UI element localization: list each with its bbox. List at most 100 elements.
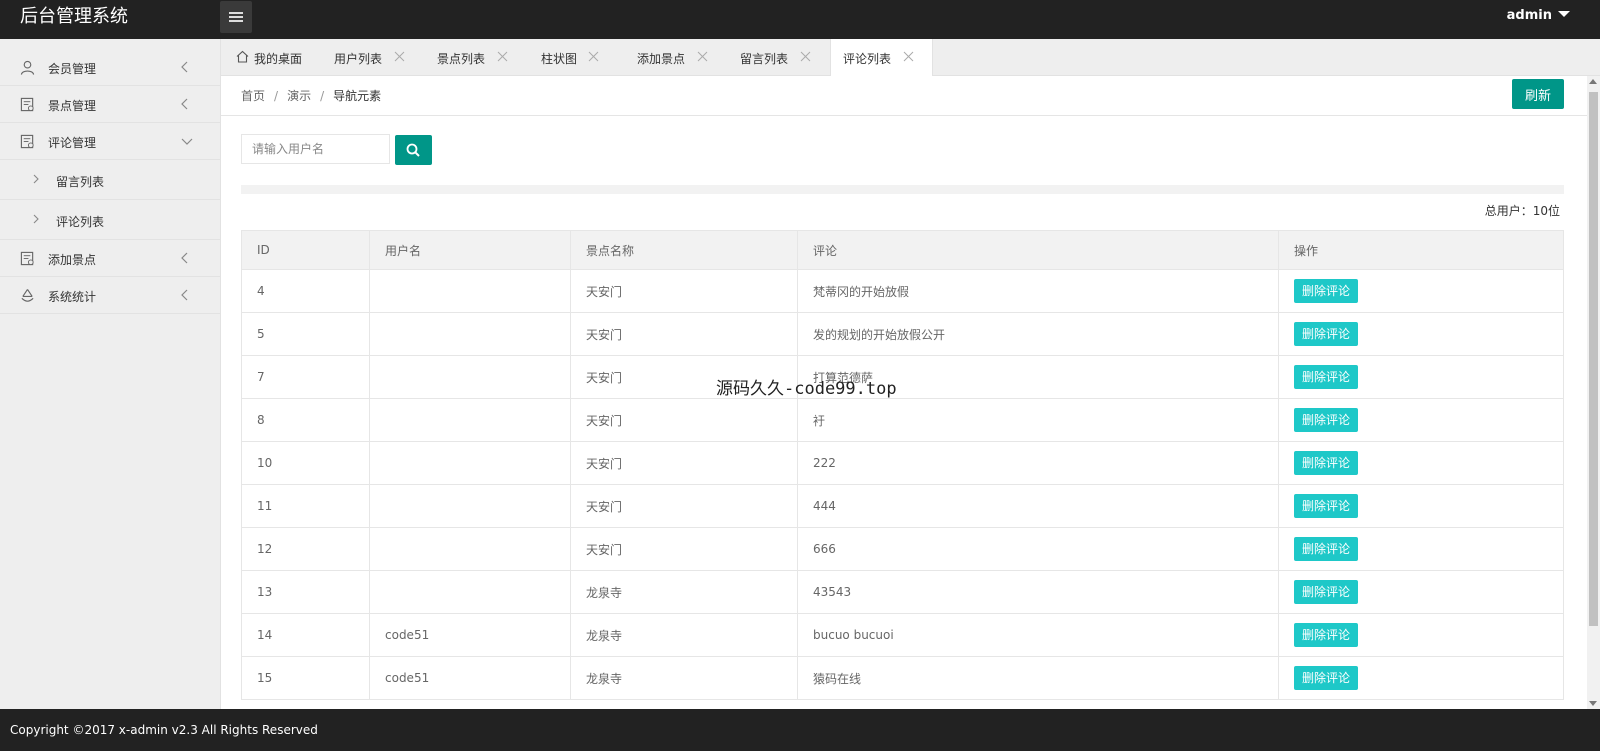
toolbar-divider [241, 185, 1564, 194]
sidebar-subitem-label: 留言列表 [56, 175, 105, 189]
cell-username [369, 441, 571, 485]
cell-id: 14 [241, 613, 370, 657]
comments-table: ID 用户名 景点名称 评论 操作 4 天安门 梵蒂冈的开始放假 删除评论 5 天安门 发的… [241, 230, 1564, 700]
table-row: 14 code51 龙泉寺 bucuo bucuoi 删除评论 [241, 613, 1564, 657]
delete-comment-button[interactable]: 删除评论 [1294, 537, 1359, 561]
sidebar-item-label: 添加景点 [48, 253, 97, 267]
table-row: 5 天安门 发的规划的开始放假公开 删除评论 [241, 312, 1564, 356]
cell-action: 删除评论 [1278, 570, 1564, 614]
cell-action: 删除评论 [1278, 398, 1564, 442]
delete-comment-button[interactable]: 删除评论 [1294, 494, 1359, 518]
delete-comment-button[interactable]: 删除评论 [1294, 580, 1359, 604]
tab-message-list[interactable]: 留言列表 [736, 39, 839, 76]
tab-desktop[interactable]: 我的桌面 [221, 39, 324, 76]
delete-comment-button[interactable]: 删除评论 [1294, 451, 1359, 475]
delete-comment-button[interactable]: 删除评论 [1294, 365, 1359, 389]
tab-add-spot[interactable]: 添加景点 [633, 39, 736, 76]
sidebar-subitem-messages[interactable]: 留言列表 [0, 160, 221, 200]
scroll-thumb[interactable] [1589, 92, 1598, 626]
vertical-scrollbar[interactable] [1587, 76, 1600, 709]
sidebar-item-label: 会员管理 [48, 62, 97, 76]
delete-comment-button[interactable]: 删除评论 [1294, 322, 1359, 346]
document-icon [20, 251, 34, 266]
chevron-right-icon [33, 214, 39, 224]
cell-username: code51 [369, 613, 571, 657]
cell-comment: 444 [797, 484, 1279, 528]
column-header-id: ID [241, 230, 370, 270]
column-header-spot: 景点名称 [570, 230, 798, 270]
scroll-up-icon[interactable] [1589, 79, 1597, 84]
cell-action: 删除评论 [1278, 613, 1564, 657]
cell-id: 10 [241, 441, 370, 485]
cell-username [369, 355, 571, 399]
tab-bar: 我的桌面 用户列表 景点列表 柱状图 添加景点 留言列表 评论列表 [221, 39, 1600, 77]
breadcrumb-home[interactable]: 首页 [241, 89, 265, 103]
app-logo[interactable]: 后台管理系统 [20, 5, 128, 29]
copyright-text: Copyright ©2017 x-admin v2.3 All Rights … [10, 723, 318, 737]
close-icon[interactable] [497, 51, 508, 62]
sidebar-item-member[interactable]: 会员管理 [0, 49, 221, 86]
tab-comment-list[interactable]: 评论列表 [830, 39, 933, 77]
sidebar-item-add-spot[interactable]: 添加景点 [0, 240, 221, 277]
cell-id: 12 [241, 527, 370, 571]
sidebar-subitem-comments[interactable]: 评论列表 [0, 200, 221, 240]
sidebar-item-spots[interactable]: 景点管理 [0, 86, 221, 123]
search-input[interactable] [241, 134, 390, 164]
cell-comment: 43543 [797, 570, 1279, 614]
delete-comment-button[interactable]: 删除评论 [1294, 666, 1359, 690]
tab-bar-chart[interactable]: 柱状图 [530, 39, 633, 76]
cell-action: 删除评论 [1278, 355, 1564, 399]
cell-comment: 发的规划的开始放假公开 [797, 312, 1279, 356]
table-row: 8 天安门衧删除评论 [241, 398, 1564, 442]
user-menu[interactable]: admin [1507, 8, 1570, 23]
breadcrumb-demo[interactable]: 演示 [287, 89, 311, 103]
close-icon[interactable] [903, 51, 914, 62]
cell-spot: 天安门 [570, 441, 798, 485]
close-icon[interactable] [588, 51, 599, 62]
delete-comment-button[interactable]: 删除评论 [1294, 623, 1359, 647]
sidebar-item-comments[interactable]: 评论管理 [0, 123, 221, 160]
cell-action: 删除评论 [1278, 527, 1564, 571]
scroll-down-icon[interactable] [1589, 701, 1597, 706]
cell-username [369, 570, 571, 614]
tab-spot-list[interactable]: 景点列表 [427, 39, 530, 76]
tab-user-list[interactable]: 用户列表 [324, 39, 427, 76]
tab-label: 景点列表 [437, 52, 486, 66]
sidebar-subitem-label: 评论列表 [56, 215, 105, 229]
cell-comment: 衧 [797, 398, 1279, 442]
breadcrumb-current: 导航元素 [333, 89, 382, 103]
recycle-icon [21, 289, 34, 302]
chevron-left-icon [181, 252, 188, 264]
footer: Copyright ©2017 x-admin v2.3 All Rights … [0, 709, 1600, 751]
delete-comment-button[interactable]: 删除评论 [1294, 279, 1359, 303]
close-icon[interactable] [800, 51, 811, 62]
refresh-button[interactable]: 刷新 [1512, 79, 1564, 109]
cell-id: 7 [241, 355, 370, 399]
cell-username [369, 527, 571, 571]
cell-action: 删除评论 [1278, 484, 1564, 528]
document-icon [20, 134, 34, 149]
tab-label: 我的桌面 [254, 52, 303, 66]
home-icon [236, 50, 249, 63]
chevron-left-icon [181, 98, 188, 110]
chevron-left-icon [181, 61, 188, 73]
cell-spot: 天安门 [570, 312, 798, 356]
table-row: 4 天安门 梵蒂冈的开始放假 删除评论 [241, 269, 1564, 313]
cell-comment: 梵蒂冈的开始放假 [797, 269, 1279, 313]
tab-label: 柱状图 [541, 52, 578, 66]
cell-comment: 打算范德萨 [797, 355, 1279, 399]
sidebar-item-label: 景点管理 [48, 99, 97, 113]
search-button[interactable] [395, 135, 432, 165]
menu-toggle-button[interactable] [220, 1, 252, 33]
cell-username [369, 312, 571, 356]
cell-action: 删除评论 [1278, 312, 1564, 356]
cell-comment: bucuo bucuoi [797, 613, 1279, 657]
column-header-comment: 评论 [797, 230, 1279, 270]
table-row: 15 code51 龙泉寺 猿码在线 删除评论 [241, 656, 1564, 700]
delete-comment-button[interactable]: 删除评论 [1294, 408, 1359, 432]
close-icon[interactable] [697, 51, 708, 62]
close-icon[interactable] [394, 51, 405, 62]
sidebar-item-statistics[interactable]: 系统统计 [0, 277, 221, 314]
breadcrumb-separator: / [320, 89, 325, 103]
cell-username [369, 398, 571, 442]
